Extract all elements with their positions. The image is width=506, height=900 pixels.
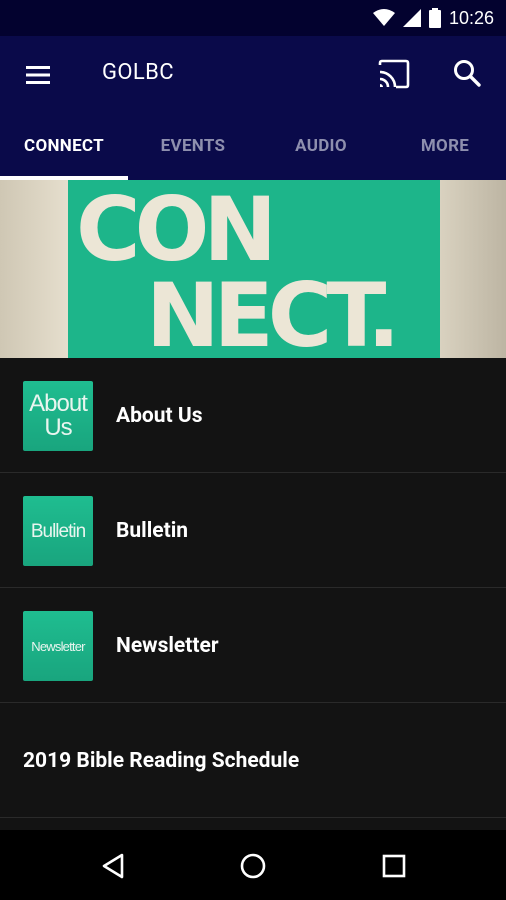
- back-icon[interactable]: [94, 846, 134, 886]
- banner-text-line1: CON: [76, 180, 277, 281]
- cast-icon[interactable]: [376, 56, 412, 92]
- newsletter-thumbnail: Newsletter: [23, 611, 93, 681]
- connect-banner: CON NECT.: [0, 180, 506, 358]
- list-item-about-us[interactable]: About Us About Us: [0, 358, 506, 473]
- wifi-icon: [372, 9, 395, 26]
- status-time: 10:26: [448, 7, 494, 28]
- signal-icon: [402, 9, 421, 27]
- list-item-label: Newsletter: [116, 633, 219, 658]
- tab-more[interactable]: MORE: [384, 112, 506, 180]
- bulletin-thumbnail: Bulletin: [23, 496, 93, 566]
- about-us-thumbnail: About Us: [23, 381, 93, 451]
- banner-text-line2: NECT.: [146, 264, 400, 359]
- home-icon[interactable]: [233, 846, 273, 886]
- menu-icon[interactable]: [22, 60, 54, 90]
- thumb-text: Newsletter: [31, 638, 85, 654]
- connect-list: About Us About Us Bulletin Bulletin News…: [0, 358, 506, 830]
- list-item-newsletter[interactable]: Newsletter Newsletter: [0, 588, 506, 703]
- app-title: GOLBC: [102, 60, 174, 85]
- battery-icon: [428, 8, 441, 28]
- list-item-label: About Us: [116, 403, 203, 428]
- tab-bar: CONNECT EVENTS AUDIO MORE: [0, 112, 506, 180]
- tab-audio[interactable]: AUDIO: [258, 112, 384, 180]
- recents-icon[interactable]: [374, 846, 414, 886]
- tab-connect[interactable]: CONNECT: [0, 112, 128, 180]
- system-nav-bar: [0, 830, 506, 900]
- status-icons: 10:26: [372, 6, 494, 30]
- status-bar: 10:26: [0, 0, 506, 36]
- list-item-label: 2019 Bible Reading Schedule: [23, 748, 300, 773]
- app-bar: GOLBC: [0, 36, 506, 112]
- list-item-label: Bulletin: [116, 518, 189, 543]
- thumb-text: About: [29, 390, 88, 417]
- list-item-bulletin[interactable]: Bulletin Bulletin: [0, 473, 506, 588]
- thumb-text: Bulletin: [30, 520, 86, 542]
- thumb-text: Us: [44, 414, 72, 441]
- search-icon[interactable]: [450, 56, 486, 92]
- tab-events[interactable]: EVENTS: [128, 112, 258, 180]
- list-item-bible-reading-schedule[interactable]: 2019 Bible Reading Schedule: [0, 703, 506, 818]
